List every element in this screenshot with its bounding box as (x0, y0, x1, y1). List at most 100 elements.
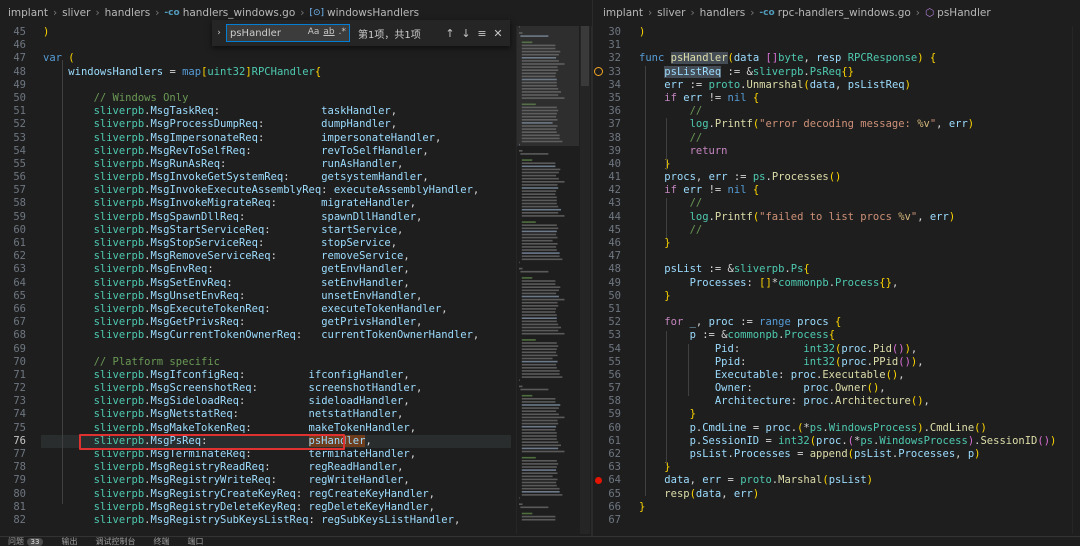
code-text[interactable]: Owner: proc.Owner(), (639, 382, 886, 395)
code-line[interactable]: 78 sliverpb.MsgRegistryReadReq: regReadH… (0, 461, 592, 474)
vertical-scrollbar[interactable] (1072, 26, 1080, 534)
code-text[interactable]: sliverpb.MsgIfconfigReq: ifconfigHandler… (43, 369, 410, 382)
code-text[interactable]: p := &commonpb.Process{ (639, 329, 835, 342)
code-line[interactable]: 49 Processes: []*commonpb.Process{}, (593, 277, 1080, 290)
code-text[interactable]: p.SessionID = int32(proc.(*ps.WindowsPro… (639, 435, 1057, 448)
code-line[interactable]: 56 sliverpb.MsgInvokeGetSystemReq: getsy… (0, 171, 592, 184)
vertical-scrollbar[interactable] (580, 26, 590, 534)
code-line[interactable]: 81 sliverpb.MsgRegistryDeleteKeyReq: reg… (0, 501, 592, 514)
right-editor-pane[interactable]: implant › sliver › handlers › -co rpc-handle… (593, 0, 1080, 536)
code-line[interactable]: 35 if err != nil { (593, 92, 1080, 105)
code-line[interactable]: 48 windowsHandlers = map[uint32]RPCHandl… (0, 66, 592, 79)
code-line[interactable]: 51 sliverpb.MsgTaskReq: taskHandler, (0, 105, 592, 118)
code-text[interactable]: Ppid: int32(proc.PPid()), (639, 356, 924, 369)
code-text[interactable]: resp(data, err) (639, 488, 759, 501)
code-text[interactable]: p.CmdLine = proc.(*ps.WindowsProcess).Cm… (639, 422, 987, 435)
code-line[interactable]: 62 sliverpb.MsgRemoveServiceReq: removeS… (0, 250, 592, 263)
code-line[interactable]: 71 sliverpb.MsgIfconfigReq: ifconfigHand… (0, 369, 592, 382)
code-line[interactable]: 63 sliverpb.MsgEnvReq: getEnvHandler, (0, 263, 592, 276)
tab-ports[interactable]: 端口 (187, 537, 203, 546)
code-line[interactable]: 73 sliverpb.MsgSideloadReq: sideloadHand… (0, 395, 592, 408)
code-line[interactable]: 65 sliverpb.MsgUnsetEnvReq: unsetEnvHand… (0, 290, 592, 303)
code-text[interactable]: sliverpb.MsgUnsetEnvReq: unsetEnvHandler… (43, 290, 423, 303)
code-text[interactable]: sliverpb.MsgScreenshotReq: screenshotHan… (43, 382, 423, 395)
code-text[interactable]: sliverpb.MsgRemoveServiceReq: removeServ… (43, 250, 410, 263)
code-text[interactable]: sliverpb.MsgRegistryDeleteKeyReq: regDel… (43, 501, 435, 514)
use-regex-icon[interactable]: .* (339, 27, 346, 37)
code-line[interactable]: 32 func psHandler(data []byte, resp RPCRe… (593, 52, 1080, 65)
tab-terminal[interactable]: 终端 (153, 537, 169, 546)
find-in-selection-icon[interactable]: ≡ (474, 27, 490, 40)
code-line[interactable]: 75 sliverpb.MsgMakeTokenReq: makeTokenHa… (0, 422, 592, 435)
toggle-replace-chevron-icon[interactable]: › (212, 28, 226, 38)
code-text[interactable]: // (639, 224, 703, 237)
code-text[interactable]: } (639, 408, 696, 421)
code-line[interactable]: 52 sliverpb.MsgProcessDumpReq: dumpHandl… (0, 118, 592, 131)
breadcrumb-item[interactable]: handlers (700, 7, 746, 19)
left-code-area[interactable]: 45) 46 47 var (48 windowsHandlers = map[uin… (0, 26, 592, 527)
code-line[interactable]: 66 sliverpb.MsgExecuteTokenReq: executeT… (0, 303, 592, 316)
code-text[interactable]: sliverpb.MsgInvokeExecuteAssemblyReq: ex… (43, 184, 480, 197)
find-input[interactable]: psHandler Aa ab .* (226, 24, 350, 42)
breadcrumb-item[interactable]: psHandler (937, 7, 990, 19)
code-text[interactable]: sliverpb.MsgNetstatReq: netstatHandler, (43, 408, 404, 421)
code-line[interactable]: 50 } (593, 290, 1080, 303)
previous-match-arrow-up-icon[interactable]: ↑ (442, 27, 458, 40)
code-text[interactable]: // Windows Only (43, 92, 189, 105)
code-line[interactable]: 48 psList := &sliverpb.Ps{ (593, 263, 1080, 276)
code-text[interactable]: sliverpb.MsgInvokeGetSystemReq: getsyste… (43, 171, 429, 184)
code-line[interactable]: 69 (0, 343, 592, 356)
code-text[interactable]: err := proto.Unmarshal(data, psListReq) (639, 79, 911, 92)
code-line[interactable]: 54 sliverpb.MsgRevToSelfReq: revToSelfHa… (0, 145, 592, 158)
code-text[interactable]: Architecture: proc.Architecture(), (639, 395, 930, 408)
code-text[interactable]: sliverpb.MsgRunAsReq: runAsHandler, (43, 158, 404, 171)
code-text[interactable]: ) (639, 26, 645, 39)
code-line[interactable]: 50 // Windows Only (0, 92, 592, 105)
code-text[interactable]: sliverpb.MsgStartServiceReq: startServic… (43, 224, 404, 237)
code-line[interactable]: 68 sliverpb.MsgCurrentTokenOwnerReq: cur… (0, 329, 592, 342)
close-icon[interactable]: ✕ (490, 27, 506, 40)
code-text[interactable]: func psHandler(data []byte, resp RPCResp… (639, 52, 936, 65)
code-text[interactable]: psList := &sliverpb.Ps{ (639, 263, 809, 276)
code-line[interactable]: 52 for _, proc := range procs { (593, 316, 1080, 329)
breadcrumb-item[interactable]: implant (8, 7, 48, 19)
code-text[interactable]: sliverpb.MsgRegistryWriteReq: regWriteHa… (43, 474, 410, 487)
code-line[interactable]: 57 sliverpb.MsgInvokeExecuteAssemblyReq:… (0, 184, 592, 197)
code-text[interactable]: sliverpb.MsgTaskReq: taskHandler, (43, 105, 397, 118)
tab-problems[interactable]: 问题 33 (8, 537, 44, 546)
code-text[interactable]: procs, err := ps.Processes() (639, 171, 841, 184)
code-line[interactable]: 31 (593, 39, 1080, 52)
breadcrumb-item[interactable]: handlers (105, 7, 151, 19)
code-line[interactable]: 46 } (593, 237, 1080, 250)
code-text[interactable]: sliverpb.MsgEnvReq: getEnvHandler, (43, 263, 410, 276)
code-line[interactable]: 49 (0, 79, 592, 92)
code-text[interactable]: windowsHandlers = map[uint32]RPCHandler{ (43, 66, 321, 79)
code-text[interactable]: sliverpb.MsgRegistryCreateKeyReq: regCre… (43, 488, 435, 501)
code-text[interactable]: for _, proc := range procs { (639, 316, 841, 329)
code-line[interactable]: 64 data, err = proto.Marshal(psList) (593, 474, 1080, 487)
code-text[interactable]: sliverpb.MsgCurrentTokenOwnerReq: curren… (43, 329, 480, 342)
code-line[interactable]: 51 (593, 303, 1080, 316)
minimap[interactable] (516, 26, 579, 534)
code-line[interactable]: 61 sliverpb.MsgStopServiceReq: stopServi… (0, 237, 592, 250)
code-text[interactable]: log.Printf("failed to list procs %v", er… (639, 211, 956, 224)
code-text[interactable]: sliverpb.MsgSetEnvReq: setEnvHandler, (43, 277, 410, 290)
code-line[interactable]: 53 sliverpb.MsgImpersonateReq: impersona… (0, 132, 592, 145)
code-line[interactable]: 67 sliverpb.MsgGetPrivsReq: getPrivsHand… (0, 316, 592, 329)
code-line[interactable]: 70 // Platform specific (0, 356, 592, 369)
code-line[interactable]: 74 sliverpb.MsgNetstatReq: netstatHandle… (0, 408, 592, 421)
tab-debug-console[interactable]: 调试控制台 (95, 537, 135, 546)
code-line[interactable]: 64 sliverpb.MsgSetEnvReq: setEnvHandler, (0, 277, 592, 290)
code-text[interactable]: Pid: int32(proc.Pid()), (639, 343, 917, 356)
left-editor-pane[interactable]: implant › sliver › handlers › -co handlers_w… (0, 0, 592, 536)
code-text[interactable]: sliverpb.MsgRegistryReadReq: regReadHand… (43, 461, 404, 474)
code-line[interactable]: 82 sliverpb.MsgRegistrySubKeysListReq: r… (0, 514, 592, 527)
code-line[interactable]: 72 sliverpb.MsgScreenshotReq: screenshot… (0, 382, 592, 395)
code-line[interactable]: 33 psListReq := &sliverpb.PsReq{} (593, 65, 1080, 79)
code-text[interactable]: sliverpb.MsgSpawnDllReq: spawnDllHandler… (43, 211, 423, 224)
code-text[interactable]: return (639, 145, 728, 158)
breadcrumb-item[interactable]: rpc-handlers_windows.go (778, 7, 911, 19)
code-line[interactable]: 58 sliverpb.MsgInvokeMigrateReq: migrate… (0, 197, 592, 210)
code-text[interactable]: psListReq := &sliverpb.PsReq{} (639, 65, 854, 79)
code-text[interactable]: // (639, 105, 703, 118)
